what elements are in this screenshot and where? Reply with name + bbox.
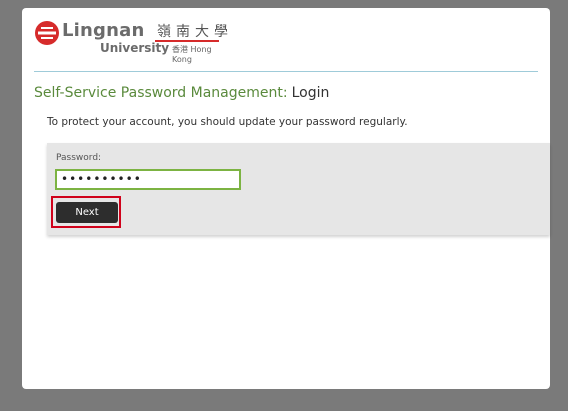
logo-university: University	[100, 41, 170, 55]
page-title: Self-Service Password Management: Login	[34, 85, 329, 101]
logo-name: Lingnan	[62, 20, 145, 41]
next-button[interactable]: Next	[56, 202, 118, 223]
page-title-text: Self-Service Password Management:	[34, 85, 288, 101]
page-subtitle: Login	[291, 85, 330, 101]
intro-text: To protect your account, you should upda…	[47, 116, 408, 128]
logo-location: 香港 Hong Kong	[172, 45, 212, 64]
lingnan-logo-icon	[35, 21, 59, 45]
header-divider	[34, 71, 538, 72]
logo-chinese-name: 嶺南大學	[157, 24, 233, 40]
password-label: Password:	[56, 153, 102, 163]
password-input[interactable]: ••••••••••	[55, 169, 241, 190]
university-logo: Lingnan 嶺南大學 University 香港 Hong Kong	[34, 20, 234, 64]
